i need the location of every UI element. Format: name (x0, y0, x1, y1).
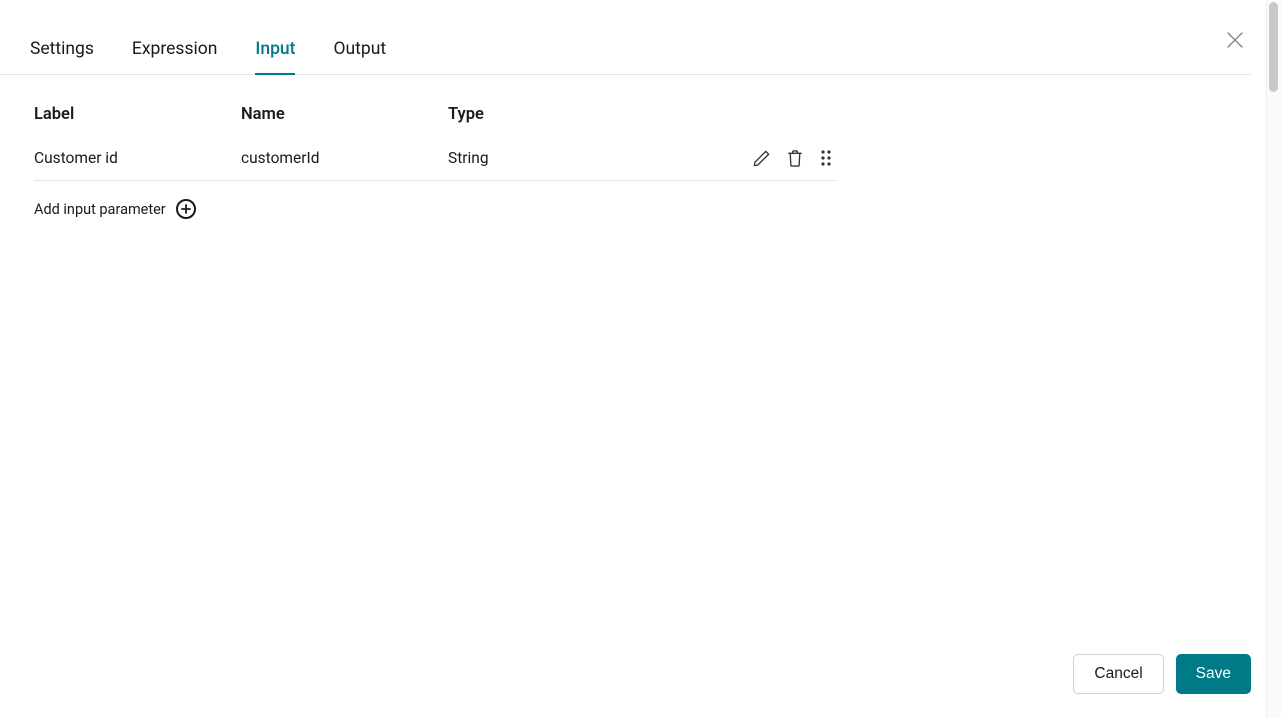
save-button[interactable]: Save (1176, 654, 1251, 694)
scrollbar-track[interactable] (1266, 0, 1281, 718)
table-row: Customer id customerId String (34, 138, 837, 181)
tab-output[interactable]: Output (333, 39, 386, 75)
close-button[interactable] (1223, 28, 1247, 52)
trash-icon (786, 149, 804, 168)
plus-icon (176, 199, 196, 219)
add-label: Add input parameter (34, 201, 166, 218)
row-actions (751, 148, 837, 168)
row-name: customerId (241, 149, 448, 167)
row-label: Customer id (34, 149, 241, 167)
tab-bar: Settings Expression Input Output (0, 0, 1251, 75)
drag-icon (820, 149, 832, 167)
scrollbar-thumb[interactable] (1269, 2, 1278, 92)
tab-input[interactable]: Input (255, 39, 295, 75)
header-type: Type (448, 105, 837, 124)
row-type: String (448, 149, 728, 167)
add-input-parameter[interactable]: Add input parameter (34, 181, 837, 219)
input-table: Label Name Type Customer id customerId S… (34, 105, 837, 219)
drag-handle[interactable] (819, 148, 833, 168)
content-area: Label Name Type Customer id customerId S… (0, 75, 1281, 219)
table-header: Label Name Type (34, 105, 837, 138)
cancel-button[interactable]: Cancel (1073, 654, 1163, 694)
edit-button[interactable] (751, 148, 771, 168)
pencil-icon (752, 149, 771, 168)
tab-expression[interactable]: Expression (132, 39, 217, 75)
header-label: Label (34, 105, 241, 124)
header-name: Name (241, 105, 448, 124)
close-icon (1226, 31, 1244, 49)
delete-button[interactable] (785, 148, 805, 168)
tab-settings[interactable]: Settings (30, 39, 94, 75)
footer-actions: Cancel Save (1073, 654, 1251, 694)
